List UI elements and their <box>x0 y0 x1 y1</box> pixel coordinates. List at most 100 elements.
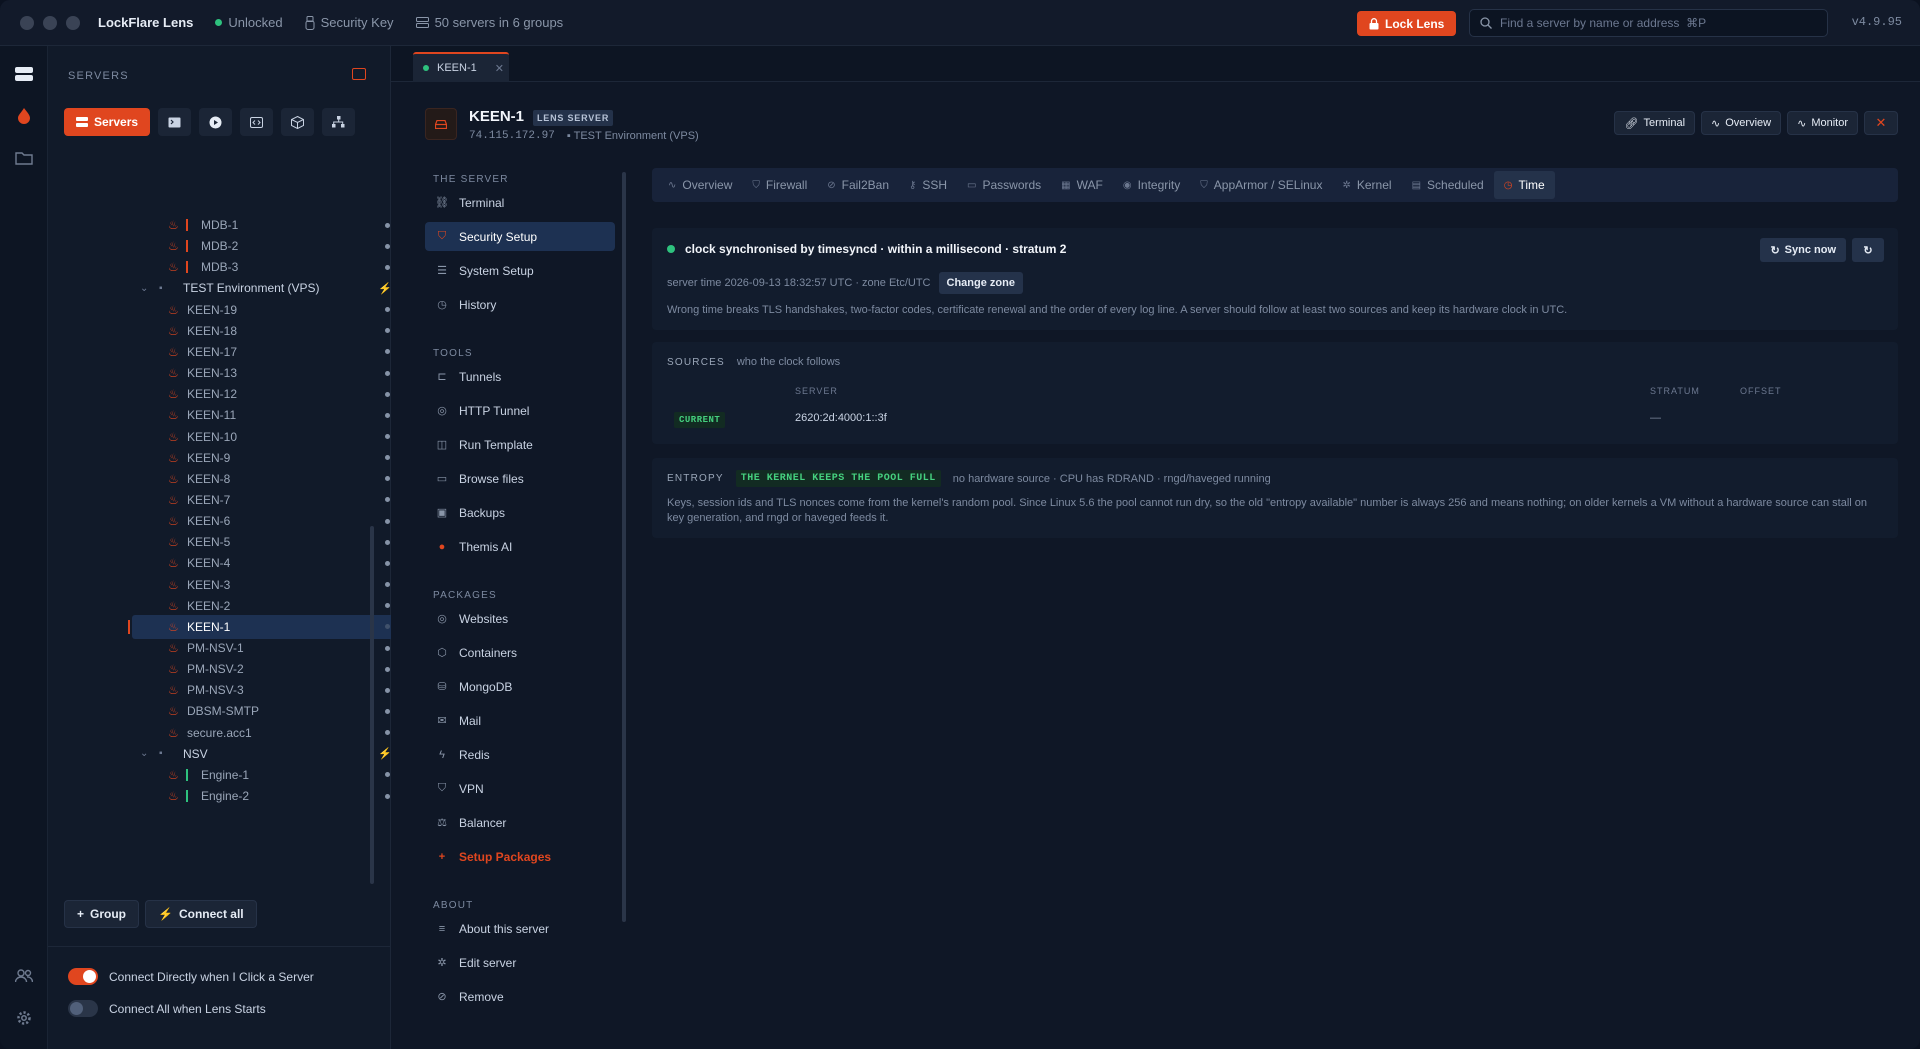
sources-heading: SOURCES who the clock follows <box>667 356 840 368</box>
server-row-label: MDB-1 <box>201 218 239 232</box>
server-search[interactable] <box>1469 9 1828 37</box>
tab-code[interactable] <box>240 108 274 136</box>
nav-websites[interactable]: ◎ Websites <box>425 604 615 633</box>
tab-play[interactable] <box>199 108 233 136</box>
security-key-indicator[interactable]: Security Key <box>305 15 394 30</box>
nav-terminal[interactable]: ⛓ Terminal <box>425 188 615 217</box>
tunnel-icon: ⊏ <box>437 371 447 383</box>
nav-mongodb[interactable]: ⛁ MongoDB <box>425 672 615 701</box>
overview-button[interactable]: ∿ Overview <box>1701 111 1782 135</box>
tab-topology[interactable] <box>322 108 356 136</box>
search-input[interactable] <box>1500 16 1800 30</box>
close-tab-icon[interactable]: ✕ <box>495 62 504 75</box>
connect-on-start-toggle[interactable] <box>68 1000 98 1017</box>
nav-history[interactable]: ◷ History <box>425 290 615 319</box>
tab-time[interactable]: ◷ Time <box>1493 171 1555 199</box>
tab-fail2ban[interactable]: ⊘ Fail2Ban <box>817 171 899 199</box>
server-row-label: KEEN-8 <box>187 471 231 486</box>
tab-integrity-label: Integrity <box>1137 178 1181 192</box>
tab-scheduled[interactable]: ▤ Scheduled <box>1402 171 1494 199</box>
nav-themis-ai[interactable]: ● Themis AI <box>425 532 615 561</box>
tab-kernel[interactable]: ✲ Kernel <box>1332 171 1401 199</box>
group-box-icon: ▪ <box>159 282 163 294</box>
connection-dot-icon <box>385 243 390 249</box>
nav-backups[interactable]: ▣ Backups <box>425 498 615 527</box>
nav-redis[interactable]: ϟ Redis <box>425 740 615 769</box>
chevron-down-icon[interactable]: ⌄ <box>140 748 148 759</box>
tab-integrity[interactable]: ◉ Integrity <box>1113 171 1190 199</box>
key-icon: ⚷ <box>909 179 917 191</box>
server-row-label: KEEN-1 <box>187 619 231 634</box>
tab-waf[interactable]: ▦ WAF <box>1051 171 1113 199</box>
tab-scheduled-label: Scheduled <box>1427 178 1484 192</box>
monitor-button[interactable]: ∿ Monitor <box>1787 111 1858 135</box>
server-row[interactable]: ♨ Engine-2 <box>84 784 406 808</box>
flame-rail-icon[interactable] <box>12 104 36 128</box>
change-zone-button[interactable]: Change zone <box>938 272 1023 294</box>
server-row-label: KEEN-12 <box>187 387 238 402</box>
nav-remove[interactable]: ⊘ Remove <box>425 982 615 1011</box>
nav-containers-label: Containers <box>459 645 518 660</box>
sync-now-button[interactable]: ↻ Sync now <box>1760 238 1846 262</box>
lock-lens-button[interactable]: Lock Lens <box>1357 11 1457 36</box>
terminal-button[interactable]: 🔗︎ Terminal <box>1614 111 1696 135</box>
tab-sec-overview[interactable]: ∿ Overview <box>658 171 742 199</box>
nav-edit-server[interactable]: ✲ Edit server <box>425 948 615 977</box>
tab-servers[interactable]: Servers <box>64 108 151 136</box>
nav-scrollbar[interactable] <box>622 172 626 922</box>
tab-firewall[interactable]: ⛉ Firewall <box>742 171 817 199</box>
nav-run-template[interactable]: ◫ Run Template <box>425 430 615 459</box>
tab-passwords[interactable]: ▭ Passwords <box>957 171 1051 199</box>
users-rail-icon[interactable] <box>12 964 36 988</box>
server-row-label: KEEN-18 <box>187 323 238 338</box>
close-window-button[interactable] <box>20 15 34 30</box>
server-drive-icon <box>435 119 447 129</box>
connected-dot-icon <box>423 65 429 71</box>
chevron-down-icon[interactable]: ⌄ <box>140 283 148 294</box>
nav-containers[interactable]: ⬡ Containers <box>425 638 615 667</box>
nav-tunnels[interactable]: ⊏ Tunnels <box>425 362 615 391</box>
minimize-window-button[interactable] <box>43 15 57 30</box>
connect-all-button[interactable]: ⚡ Connect all <box>145 900 257 928</box>
tab-packages[interactable] <box>281 108 315 136</box>
sidebar-collapse-icon[interactable] <box>352 68 366 80</box>
nav-mail[interactable]: ✉ Mail <box>425 706 615 735</box>
flame-icon: ♨ <box>168 683 179 698</box>
connect-on-start-label: Connect All when Lens Starts <box>109 1001 266 1016</box>
settings-gear-icon[interactable] <box>12 1006 36 1030</box>
nav-about-server[interactable]: ≡ About this server <box>425 914 615 943</box>
servers-rail-icon[interactable] <box>12 62 36 86</box>
nav-balancer[interactable]: ⚖ Balancer <box>425 808 615 837</box>
nav-tunnels-label: Tunnels <box>459 369 502 384</box>
tab-ssh[interactable]: ⚷ SSH <box>899 171 957 199</box>
nav-vpn[interactable]: ⛉ VPN <box>425 774 615 803</box>
tab-apparmor[interactable]: ⛉ AppArmor / SELinux <box>1190 171 1332 199</box>
server-icon <box>76 117 88 127</box>
main-area: KEEN-1 ✕ KEEN-1 LENS SERVER 74.115.172.9… <box>391 46 1920 1049</box>
folder-rail-icon[interactable] <box>12 146 36 170</box>
balancer-icon: ⚖ <box>437 817 447 829</box>
add-group-button[interactable]: + Group <box>64 900 140 928</box>
sidebar-actions: + Group ⚡ Connect all <box>64 900 257 928</box>
refresh-button[interactable]: ↻ <box>1852 238 1884 262</box>
flame-icon: ♨ <box>168 641 179 655</box>
nav-setup-packages[interactable]: + Setup Packages <box>425 842 615 871</box>
tab-keen-1[interactable]: KEEN-1 ✕ <box>413 52 509 82</box>
nav-system-setup[interactable]: ☰ System Setup <box>425 256 615 285</box>
flame-icon: ♨ <box>168 450 179 465</box>
sidebar-divider <box>48 946 391 947</box>
connect-direct-toggle[interactable] <box>68 968 98 985</box>
disconnect-button[interactable]: ✕ <box>1864 111 1898 135</box>
nav-browse-files[interactable]: ▭ Browse files <box>425 464 615 493</box>
list-icon: ≡ <box>438 922 446 935</box>
nav-security-setup[interactable]: ⛉ Security Setup <box>425 222 615 251</box>
sidebar-scrollbar[interactable] <box>370 526 374 884</box>
tab-terminal[interactable] <box>158 108 192 136</box>
group-box-icon: ▪ <box>159 748 163 760</box>
flame-icon: ♨ <box>168 302 179 317</box>
nav-http-tunnel[interactable]: ◎ HTTP Tunnel <box>425 396 615 425</box>
maximize-window-button[interactable] <box>66 15 80 30</box>
server-row-label: KEEN-3 <box>187 577 231 592</box>
connect-group-bolt-icon[interactable]: ⚡ <box>378 747 392 760</box>
connect-group-bolt-icon[interactable]: ⚡ <box>378 282 392 295</box>
